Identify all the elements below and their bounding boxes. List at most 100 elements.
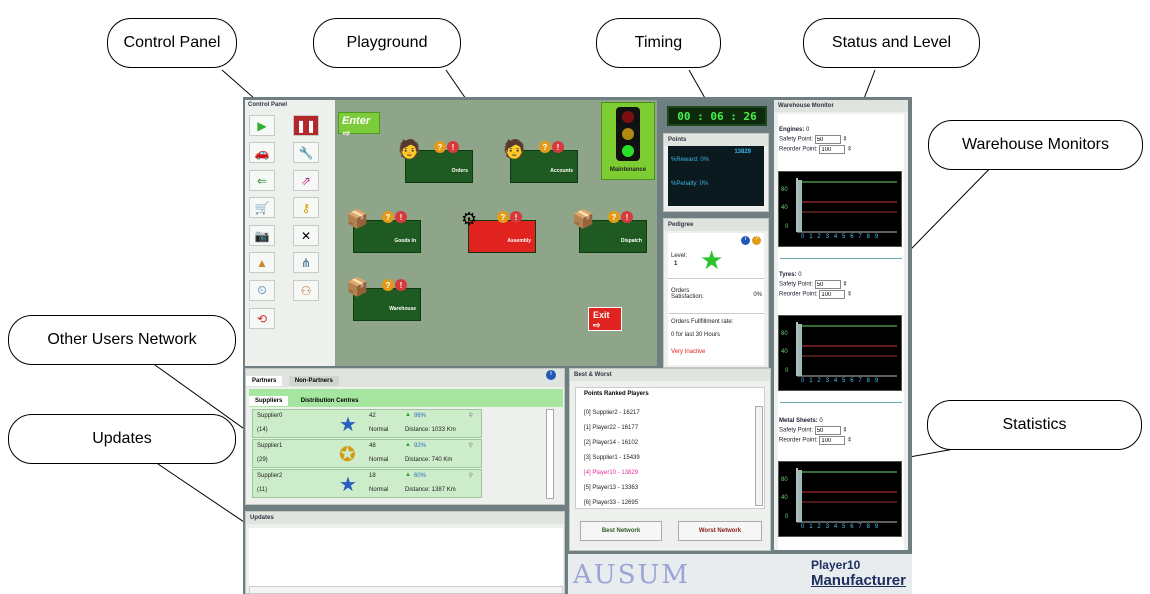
metal-reorder-input[interactable] (819, 436, 846, 445)
exit-button[interactable]: Exit ⇨ (588, 307, 622, 331)
best-worst-panel: Best & Worst Points Ranked Players [0] S… (569, 368, 771, 551)
pause-icon[interactable]: ❚❚ (293, 115, 319, 136)
people-icon[interactable]: ⚇ (293, 280, 319, 301)
stepper-icon[interactable]: ⇕ (847, 292, 852, 298)
ranked-scrollbar[interactable] (755, 406, 763, 506)
import-icon[interactable]: ⇗ (293, 170, 319, 191)
network-scrollbar[interactable] (546, 409, 554, 499)
key-icon[interactable]: ⚷ (293, 197, 319, 218)
stepper-icon[interactable]: ⇕ (847, 438, 852, 444)
tab-partners[interactable]: Partners (246, 376, 283, 386)
stepper-icon[interactable]: ⇕ (842, 282, 847, 288)
network-icon[interactable]: ⋔ (293, 252, 319, 273)
level-value: 1 (674, 261, 678, 267)
info-icon[interactable]: i (741, 236, 750, 245)
maintenance-traffic-light[interactable]: Maintenance (601, 102, 655, 180)
chart-tick-label: 80 (781, 477, 788, 483)
list-item[interactable]: [0] Supplier2 - 16217 (584, 406, 640, 421)
wrench-tool-icon[interactable]: 🔧 (293, 142, 319, 163)
engines-reorder-input[interactable] (819, 145, 846, 154)
help-icon[interactable]: ? (608, 211, 620, 223)
play-icon[interactable]: ▶ (249, 115, 275, 136)
engines-safety-input[interactable] (814, 135, 841, 144)
list-item[interactable]: [5] Player13 - 13363 (584, 481, 640, 496)
game-window: Control Panel ▶ ❚❚ 🚗 🔧 ⇐ ⇗ 🛒 ⚷ 📷 ✕ ▲ ⋔ ⏲… (243, 97, 912, 594)
worst-network-button[interactable]: Worst Network (678, 521, 762, 541)
supplier-name: Supplier2 (257, 473, 283, 479)
tools-icon[interactable]: ✕ (293, 225, 319, 246)
tab-non-partners[interactable]: Non-Partners (288, 376, 339, 386)
truck-icon[interactable]: 🚗 (249, 142, 275, 163)
cart-icon[interactable]: 🛒 (249, 197, 275, 218)
stepper-icon[interactable]: ⇕ (842, 428, 847, 434)
metal-safety-input[interactable] (814, 426, 841, 435)
callout-status-level: Status and Level (803, 18, 980, 68)
shapes-icon[interactable]: ▲ (249, 252, 275, 273)
traffic-light-icon (616, 107, 640, 161)
alert-icon[interactable]: ! (447, 141, 459, 153)
department-goods-in[interactable]: 📦 ? ! Goods In (346, 209, 421, 253)
supplier-distance: Distance: 1387 Km (405, 487, 456, 493)
best-network-button[interactable]: Best Network (580, 521, 662, 541)
list-item[interactable]: [1] Player22 - 16177 (584, 421, 640, 436)
department-accounts[interactable]: 🧑 ? ! Accounts (503, 139, 578, 183)
help-icon[interactable]: ? (382, 211, 394, 223)
list-item[interactable]: [6] Player33 - 12695 (584, 496, 640, 511)
reward-text: %Reward: 0% (671, 157, 710, 163)
brand-bar: AUSUM Player10 Manufacturer (568, 554, 912, 594)
orders-satisfaction-value: 0% (753, 292, 762, 298)
tab-distribution-centres[interactable]: Distribution Centres (295, 396, 365, 406)
help-icon[interactable]: ? (434, 141, 446, 153)
tab-suppliers[interactable]: Suppliers (249, 396, 289, 406)
department-dispatch[interactable]: 📦 ? ! Dispatch (572, 209, 647, 253)
help-icon[interactable]: ? (752, 236, 761, 245)
alert-icon[interactable]: ! (395, 211, 407, 223)
callout-other-users-network: Other Users Network (8, 315, 236, 365)
help-icon[interactable]: ? (539, 141, 551, 153)
help-icon[interactable]: ? (497, 211, 509, 223)
assembly-icon: ⚙ (461, 209, 478, 229)
metal-sheets-section: Metal Sheets: 0 Safety Point: ⇕ Reorder … (779, 418, 903, 445)
link-icon[interactable]: ⚲ (469, 442, 473, 449)
info-icon[interactable]: i (546, 370, 556, 380)
ausum-logo: AUSUM (573, 560, 691, 590)
table-row[interactable]: Supplier0 (14) ★ 42 Normal ▲ 86% Distance: 1033… (252, 409, 482, 438)
tyres-safety-input[interactable] (814, 280, 841, 289)
camera-icon[interactable]: 📷 (249, 225, 275, 246)
export-icon[interactable]: ⇐ (249, 170, 275, 191)
accounts-worker-icon: 🧑 (503, 139, 526, 159)
help-icon[interactable]: ? (382, 279, 394, 291)
supplier-score: 48 (369, 443, 376, 449)
supplier-name: Supplier0 (257, 413, 283, 419)
alert-icon[interactable]: ! (552, 141, 564, 153)
list-item[interactable]: [2] Player14 - 16102 (584, 436, 640, 451)
updates-scrollbar[interactable] (249, 586, 563, 594)
tyres-reorder-input[interactable] (819, 290, 846, 299)
alert-icon[interactable]: ! (621, 211, 633, 223)
up-arrow-icon: ▲ (405, 412, 411, 418)
table-row[interactable]: Supplier2 (11) ★ 18 Normal ▲ 60% Distance: 1387… (252, 469, 482, 498)
link-icon[interactable]: ⚲ (469, 472, 473, 479)
department-assembly[interactable]: ⚙ ? ! Assembly (461, 209, 536, 253)
fulfillment-label: Orders Fullfillment rate: (671, 319, 734, 325)
refresh-icon[interactable]: ⟲ (249, 308, 275, 329)
control-panel: Control Panel ▶ ❚❚ 🚗 🔧 ⇐ ⇗ 🛒 ⚷ 📷 ✕ ▲ ⋔ ⏲… (245, 100, 335, 366)
level-star-icon: ★ (700, 245, 724, 275)
alert-icon[interactable]: ! (510, 211, 522, 223)
engines-chart: 80 40 0 0 1 2 3 4 5 6 7 8 9 (778, 171, 902, 247)
department-orders[interactable]: 🧑 ? ! Orders (398, 139, 473, 183)
link-icon[interactable]: ⚲ (469, 412, 473, 419)
supplier-percent: 60% (414, 473, 427, 479)
stepper-icon[interactable]: ⇕ (842, 137, 847, 143)
player-identity: Player10 Manufacturer (811, 558, 906, 589)
clock-icon[interactable]: ⏲ (249, 280, 275, 301)
list-item[interactable]: [4] Player10 - 13829 (584, 466, 640, 481)
stepper-icon[interactable]: ⇕ (847, 147, 852, 153)
table-row[interactable]: Supplier1 (29) ✪ 48 Normal ▲ 92% Distance: 740 … (252, 439, 482, 468)
enter-button[interactable]: Enter ⇨ (338, 112, 380, 138)
department-warehouse[interactable]: 📦 ? ! Warehouse (346, 277, 421, 321)
list-item[interactable]: [3] Supplier1 - 15439 (584, 451, 640, 466)
up-arrow-icon: ▲ (405, 472, 411, 478)
points-title: Points (664, 134, 768, 146)
alert-icon[interactable]: ! (395, 279, 407, 291)
